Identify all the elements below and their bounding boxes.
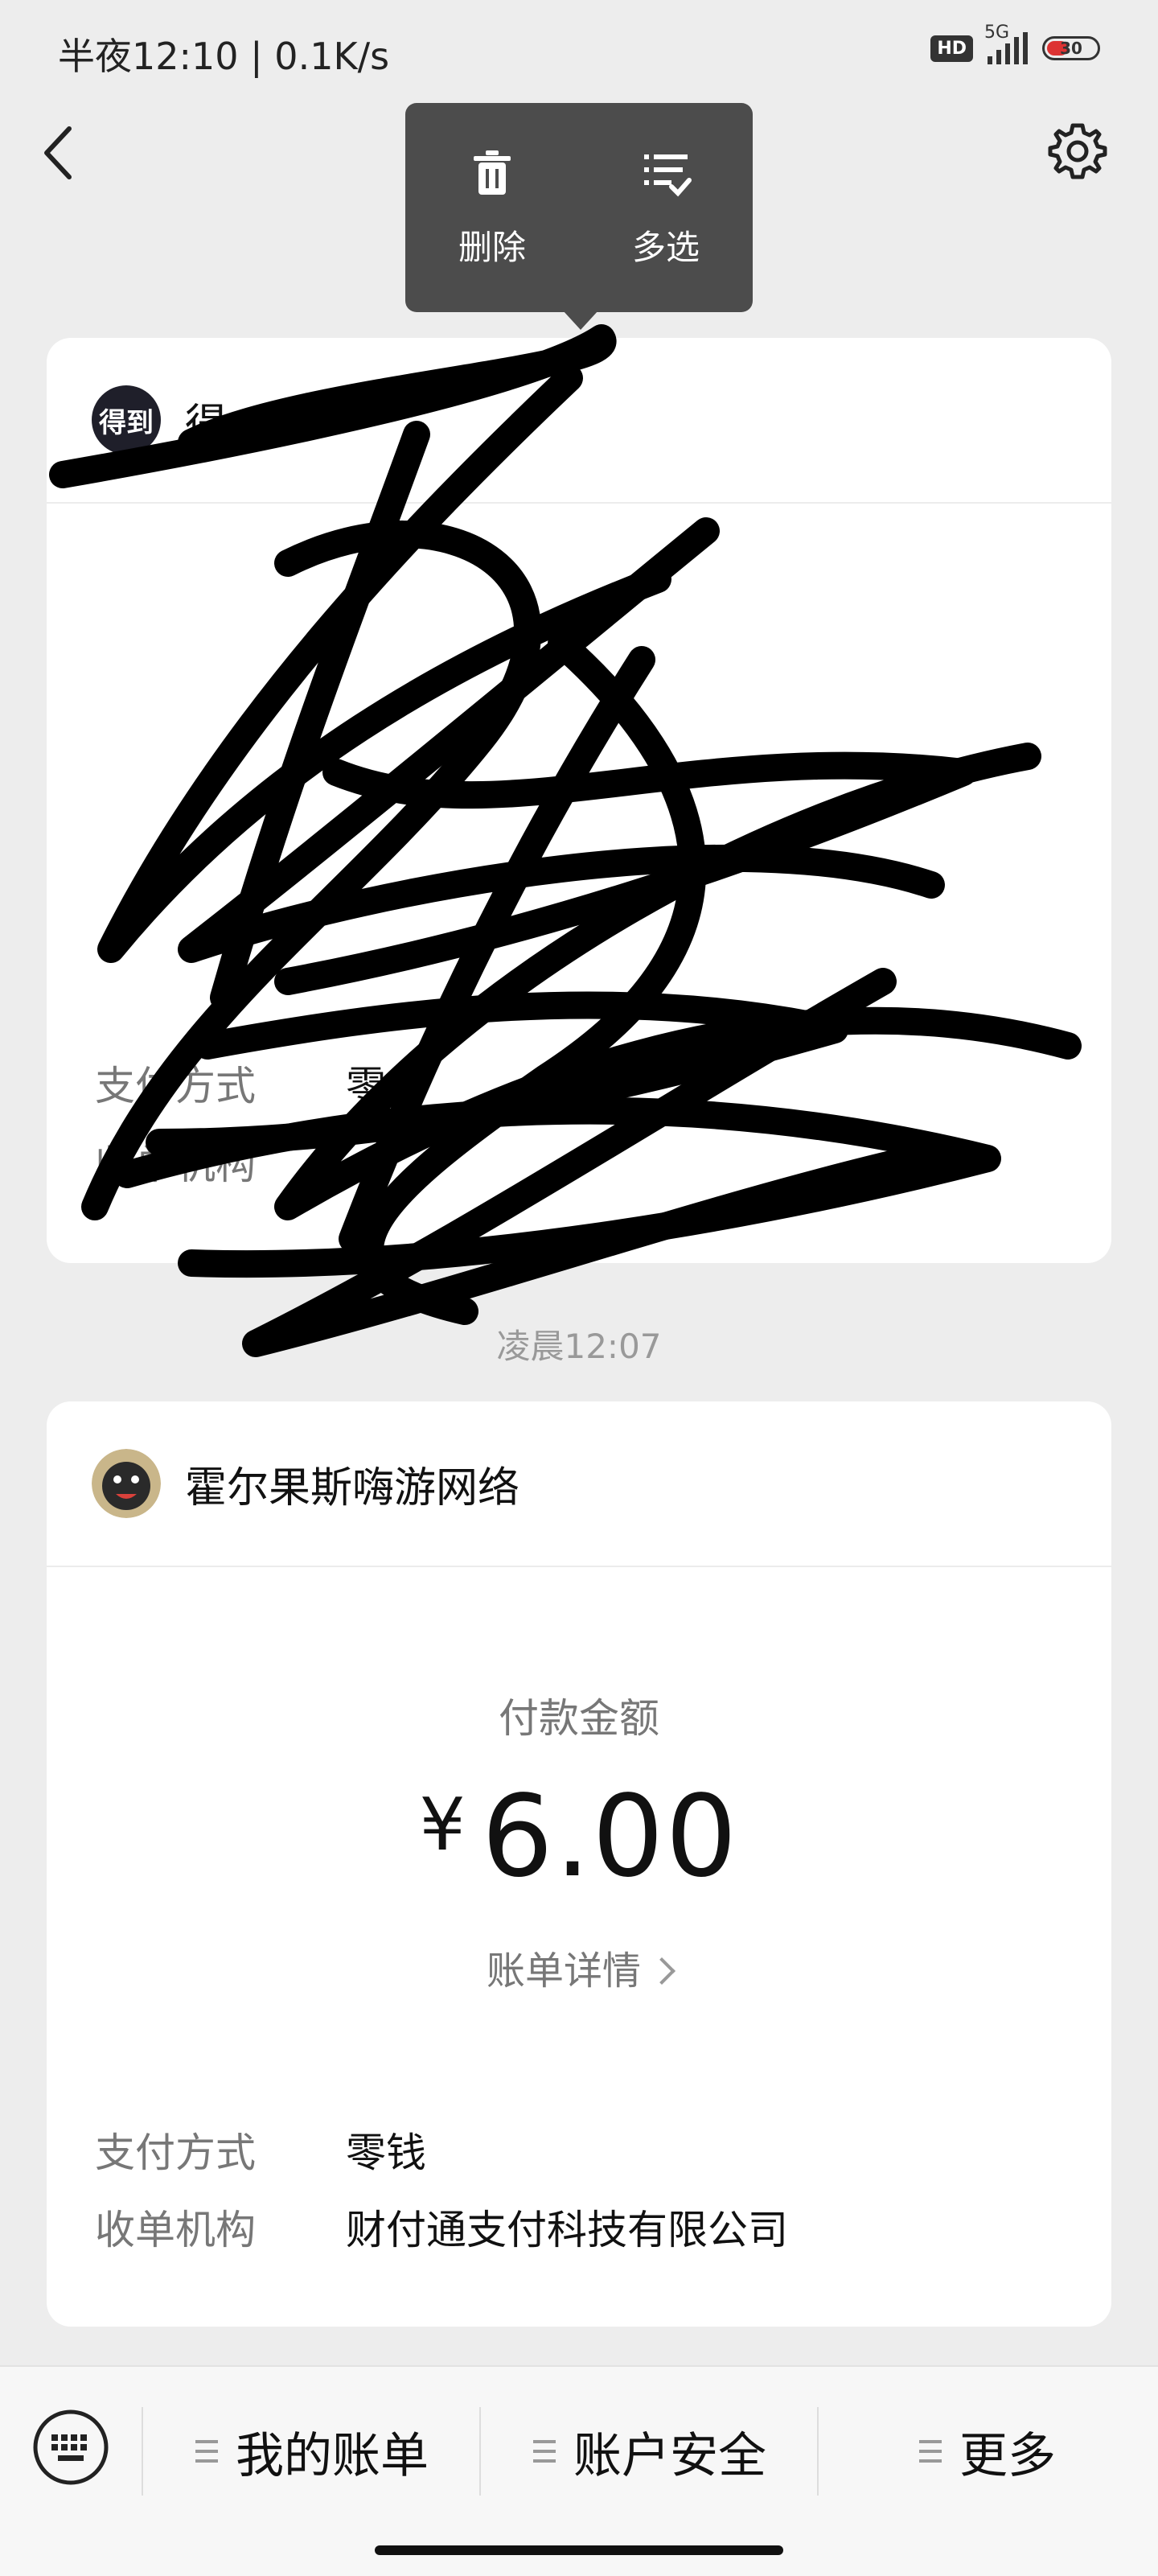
acquirer-label: 收单机构: [95, 1142, 256, 1188]
card-header: 霍尔果斯嗨游网络: [47, 1401, 1111, 1567]
acquirer-row: 收单机构: [95, 1133, 346, 1191]
menu-icon: [533, 2440, 556, 2463]
payment-method-label: 支付方式: [95, 1063, 256, 1109]
card-header: 得到 得: [47, 338, 1111, 504]
tab-label: 更多: [959, 2427, 1056, 2484]
home-indicator[interactable]: [375, 2545, 783, 2555]
menu-icon: [195, 2440, 218, 2463]
payment-method-row: 支付方式 零钱: [95, 2121, 426, 2179]
amount-value: 6.00: [481, 1772, 739, 1903]
multiselect-label: 多选: [631, 227, 700, 267]
status-time: 半夜12:10 | 0.1K/s: [58, 35, 390, 78]
tab-label: 账户安全: [573, 2427, 766, 2484]
acquirer-label: 收单机构: [95, 2207, 256, 2253]
payment-method-label: 支付方式: [95, 2130, 256, 2176]
amount-label: 付款金额: [499, 1695, 659, 1742]
merchant-name: 得: [185, 400, 228, 449]
hd-icon: HD: [930, 35, 973, 62]
merchant-name: 霍尔果斯嗨游网络: [185, 1463, 520, 1512]
tab-label: 我的账单: [236, 2427, 429, 2484]
signal-icon: 5G: [984, 23, 1028, 64]
menu-icon: [919, 2440, 942, 2463]
amount: ¥6.00: [47, 1772, 1111, 1903]
bottom-menu-bar: 我的账单 账户安全 更多: [0, 2365, 1158, 2576]
trash-icon: [474, 150, 511, 195]
delete-button[interactable]: 删除: [420, 146, 565, 270]
acquirer-value: 财付通支付科技有限公司: [346, 2207, 788, 2253]
timestamp: 凌晨12:07: [496, 1327, 662, 1366]
keyboard-icon[interactable]: [31, 2407, 111, 2488]
transaction-card-1[interactable]: 得到 得 支付方式 零 收单机构: [47, 338, 1111, 1263]
battery-level: 30: [1060, 39, 1082, 58]
back-arrow-icon[interactable]: [39, 121, 79, 185]
tab-my-bills[interactable]: 我的账单: [143, 2407, 481, 2496]
currency-symbol: ¥: [419, 1783, 467, 1867]
network-type-label: 5G: [984, 23, 1010, 43]
transaction-card-2[interactable]: 霍尔果斯嗨游网络 付款金额 ¥6.00 账单详情 支付方式 零钱 收单机构 财付…: [47, 1401, 1111, 2327]
chevron-right-icon: [648, 1957, 676, 1985]
merchant-avatar: 得到: [92, 385, 161, 455]
delete-label: 删除: [458, 227, 526, 267]
tab-more[interactable]: 更多: [819, 2407, 1156, 2496]
payment-method-value: 零: [346, 1063, 386, 1109]
tab-account-security[interactable]: 账户安全: [481, 2407, 819, 2496]
battery-icon: 30: [1042, 36, 1100, 60]
gear-icon[interactable]: [1045, 119, 1110, 183]
acquirer-row: 收单机构 财付通支付科技有限公司: [95, 2198, 788, 2256]
multiselect-button[interactable]: 多选: [593, 146, 738, 270]
payment-method-row: 支付方式 零: [95, 1054, 386, 1112]
bill-detail-label: 账单详情: [486, 1948, 641, 1994]
status-icons: HD 5G 30: [930, 23, 1100, 64]
merchant-avatar-icon: [92, 1449, 161, 1518]
payment-method-value: 零钱: [346, 2130, 426, 2176]
bill-detail-link[interactable]: 账单详情: [47, 1939, 1111, 1995]
multiselect-icon: [644, 154, 692, 196]
context-menu: 删除 多选: [405, 103, 753, 330]
status-bar: 半夜12:10 | 0.1K/s HD 5G 30: [0, 0, 1158, 105]
